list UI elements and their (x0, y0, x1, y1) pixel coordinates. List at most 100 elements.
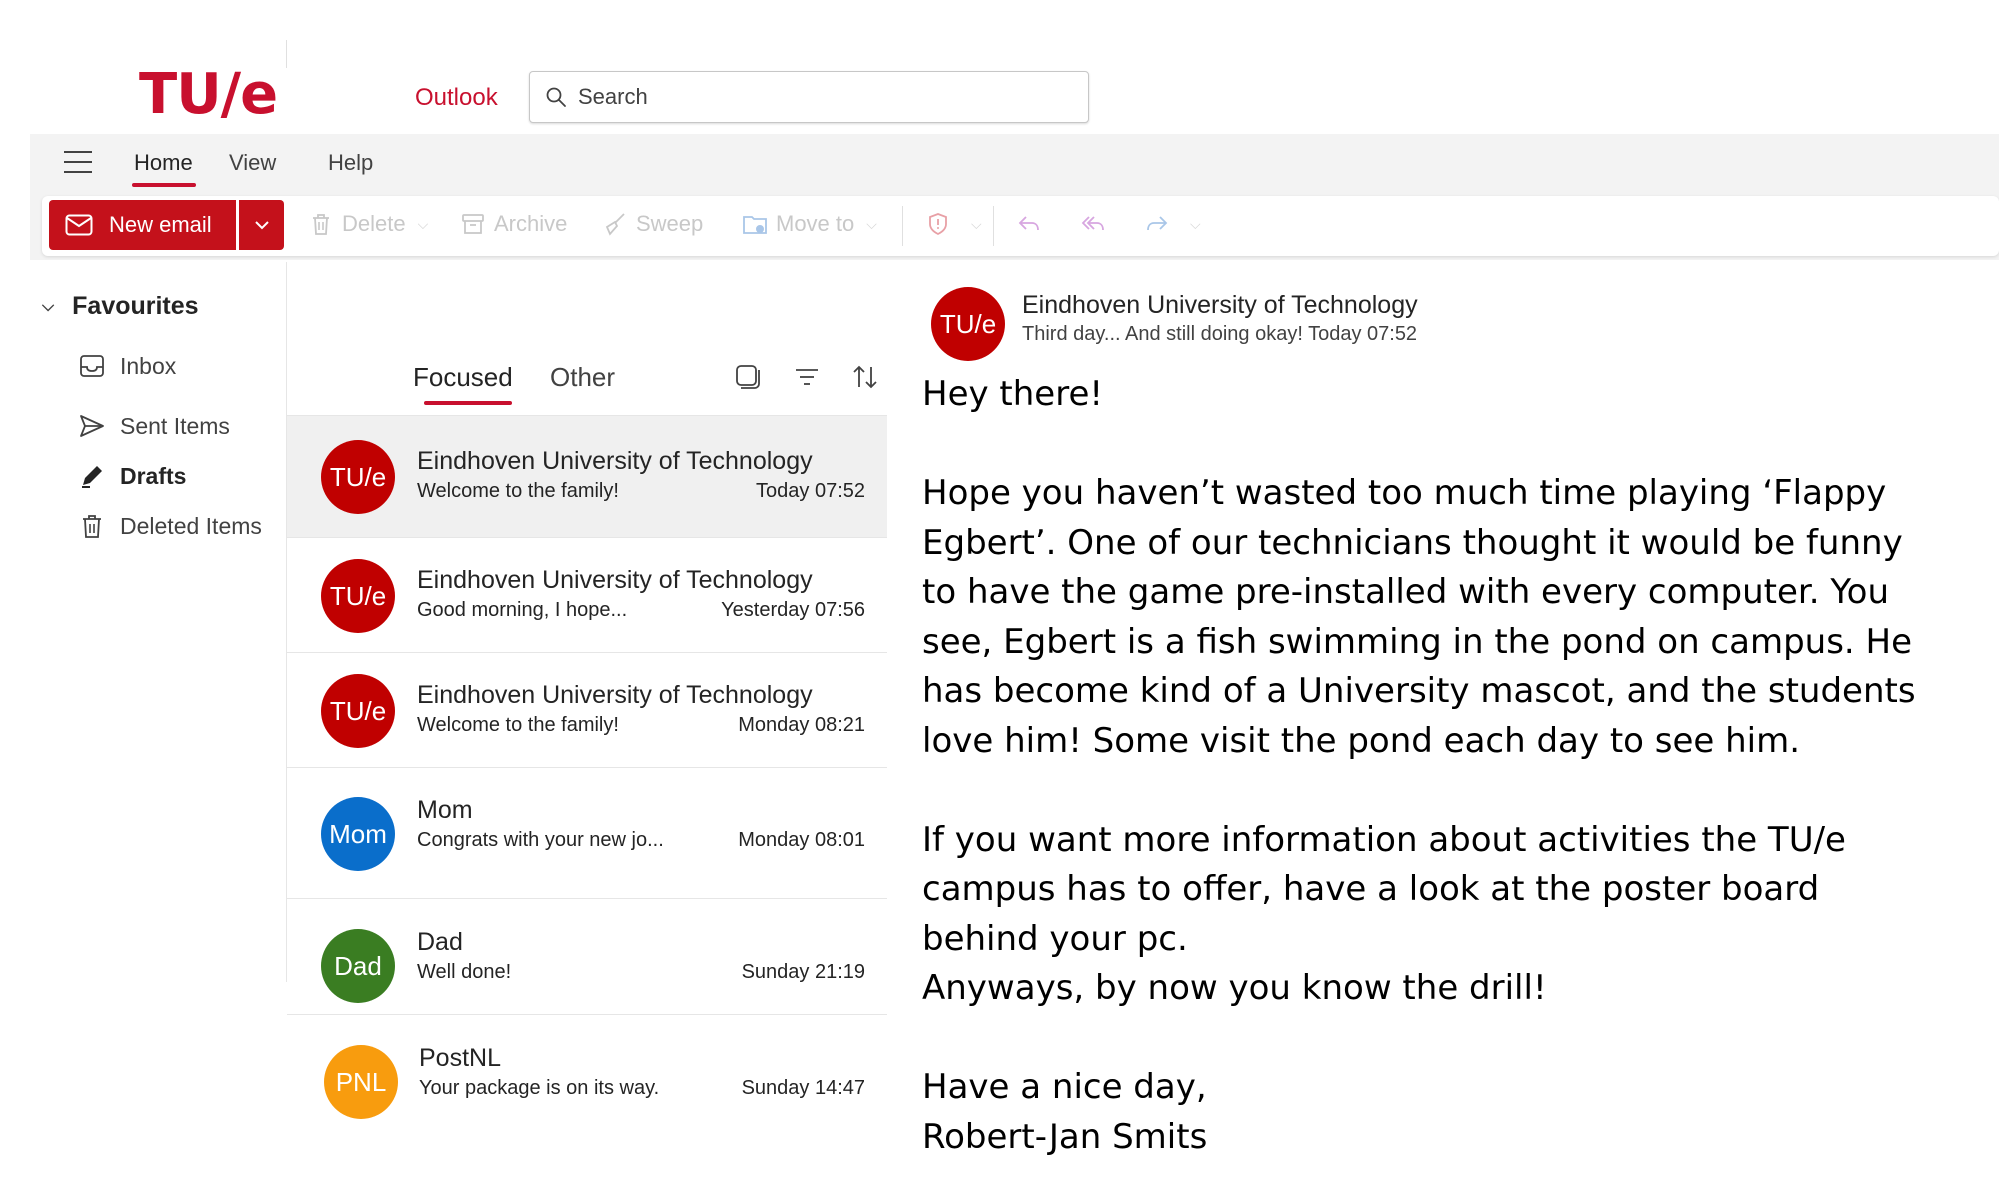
body-line: love him! Some visit the pond each day t… (922, 720, 1801, 761)
message-row[interactable]: Mom Mom Congrats with your new jo... Mon… (287, 768, 887, 899)
reading-pane: TU/e Eindhoven University of Technology … (889, 262, 1999, 1193)
tab-view[interactable]: View (229, 150, 276, 176)
message-sender: Eindhoven University of Technology (417, 681, 813, 709)
tab-other[interactable]: Other (550, 362, 615, 393)
body-closing: Have a nice day, (922, 1067, 1207, 1107)
chevron-down-icon: ⌵ (971, 215, 982, 232)
trash-icon (83, 515, 101, 538)
filter-icon[interactable] (792, 362, 822, 392)
chevron-down-icon: ⌵ (42, 297, 55, 315)
avatar: TU/e (321, 440, 395, 514)
nav-item-sent[interactable]: Sent Items (78, 412, 230, 440)
message-sender: Mom (417, 796, 473, 824)
body-line: Anyways, by now you know the drill! (922, 968, 1547, 1008)
message-time: Yesterday 07:56 (721, 599, 865, 621)
chevron-down-icon: ⌵ (417, 215, 429, 232)
pencil-icon (82, 466, 102, 488)
body-line: has become kind of a University mascot, … (922, 671, 1916, 711)
avatar: TU/e (931, 287, 1005, 361)
delete-label: Delete (342, 211, 406, 236)
tab-home[interactable]: Home (134, 150, 193, 176)
toolbar-separator (993, 206, 994, 246)
app-name[interactable]: Outlook (415, 84, 498, 112)
search-input[interactable] (578, 84, 1058, 110)
ribbon-tabs: Home View Help (30, 134, 1999, 196)
nav-item-drafts[interactable]: Drafts (78, 462, 186, 490)
nav-item-label: Drafts (120, 462, 187, 489)
forward-icon (1147, 216, 1168, 231)
sort-icon[interactable] (850, 362, 880, 392)
header-divider (286, 40, 287, 68)
message-row[interactable]: TU/e Eindhoven University of Technology … (287, 653, 887, 768)
body-greeting: Hey there! (922, 374, 1103, 414)
avatar: TU/e (321, 674, 395, 748)
reading-sender: Eindhoven University of Technology (1022, 291, 1418, 319)
email-body: Hey there! Hope you haven’t wasted too m… (922, 370, 1982, 1162)
report-button[interactable]: ⌵ (925, 204, 982, 244)
shield-icon (929, 213, 947, 236)
message-sender: Dad (417, 928, 463, 956)
chevron-down-icon: ⌵ (866, 215, 877, 232)
body-line: behind your pc. (922, 918, 1188, 959)
tab-focused[interactable]: Focused (413, 362, 513, 393)
nav-item-inbox[interactable]: Inbox (78, 352, 176, 380)
chevron-down-icon: ⌵ (1190, 215, 1201, 232)
inbox-icon (80, 355, 104, 377)
toolbar-separator (902, 206, 903, 246)
body-line: to have the game pre-installed with ever… (922, 572, 1889, 612)
message-sender: Eindhoven University of Technology (417, 566, 813, 594)
message-preview: Congrats with your new jo... (417, 829, 664, 851)
forward-button[interactable]: ⌵ (1144, 204, 1201, 244)
favourites-header[interactable]: ⌵ Favourites (42, 292, 199, 321)
message-row[interactable]: PNL PostNL Your package is on its way. S… (287, 1015, 887, 1135)
delete-button[interactable]: Delete ⌵ (308, 204, 428, 244)
new-email-label: New email (109, 212, 212, 237)
message-row[interactable]: TU/e Eindhoven University of Technology … (287, 416, 887, 538)
message-preview: Well done! (417, 961, 512, 983)
folder-pane: ⌵ Favourites Inbox Sent Items Drafts Del… (30, 262, 284, 982)
archive-button[interactable]: Archive (460, 204, 567, 244)
avatar: PNL (324, 1045, 398, 1119)
body-line: Egbert’. One of our technicians thought … (922, 522, 1903, 563)
reply-all-button[interactable] (1080, 204, 1114, 244)
body-signature: Robert-Jan Smits (922, 1116, 1208, 1157)
message-time: Today 07:52 (756, 480, 865, 502)
tab-help[interactable]: Help (328, 150, 373, 176)
new-email-dropdown[interactable] (239, 200, 284, 250)
sweep-button[interactable]: Sweep (602, 204, 703, 244)
toolbar: New email Delete ⌵ Archive Sweep Move to… (30, 196, 1999, 260)
new-email-button[interactable]: New email (49, 200, 236, 250)
favourites-label: Favourites (72, 292, 199, 320)
message-preview: Good morning, I hope... (417, 599, 628, 621)
search-box[interactable] (529, 71, 1089, 123)
nav-item-deleted[interactable]: Deleted Items (78, 512, 262, 540)
sweep-label: Sweep (636, 211, 704, 236)
message-row[interactable]: TU/e Eindhoven University of Technology … (287, 538, 887, 653)
tue-logo: TU/e (139, 62, 278, 127)
move-to-button[interactable]: Move to ⌵ (742, 204, 877, 244)
reply-button[interactable] (1016, 204, 1050, 244)
message-preview: Welcome to the family! (417, 480, 619, 502)
archive-icon (462, 214, 484, 234)
body-line: If you want more information about activ… (922, 819, 1846, 860)
hamburger-menu-icon[interactable] (64, 151, 92, 175)
body-line: see, Egbert is a fish swimming in the po… (922, 621, 1913, 662)
message-preview: Welcome to the family! (417, 714, 619, 736)
body-line: campus has to offer, have a look at the … (922, 869, 1820, 909)
avatar: Dad (321, 929, 395, 1003)
focused-indicator (424, 401, 512, 405)
select-icon[interactable] (733, 362, 763, 392)
message-row[interactable]: Dad Dad Well done! Sunday 21:19 (287, 899, 887, 1015)
body-line: Hope you haven’t wasted too much time pl… (922, 473, 1887, 513)
nav-item-label: Sent Items (120, 412, 230, 439)
trash-icon (313, 214, 329, 235)
move-to-label: Move to (776, 211, 855, 236)
avatar: Mom (321, 797, 395, 871)
message-preview: Your package is on its way. (419, 1077, 660, 1099)
message-time: Sunday 14:47 (741, 1077, 865, 1099)
archive-label: Archive (494, 211, 568, 236)
send-icon (80, 415, 104, 437)
list-header: Focused Other (287, 262, 887, 416)
folder-move-icon (743, 216, 767, 234)
reply-all-icon (1081, 216, 1104, 231)
